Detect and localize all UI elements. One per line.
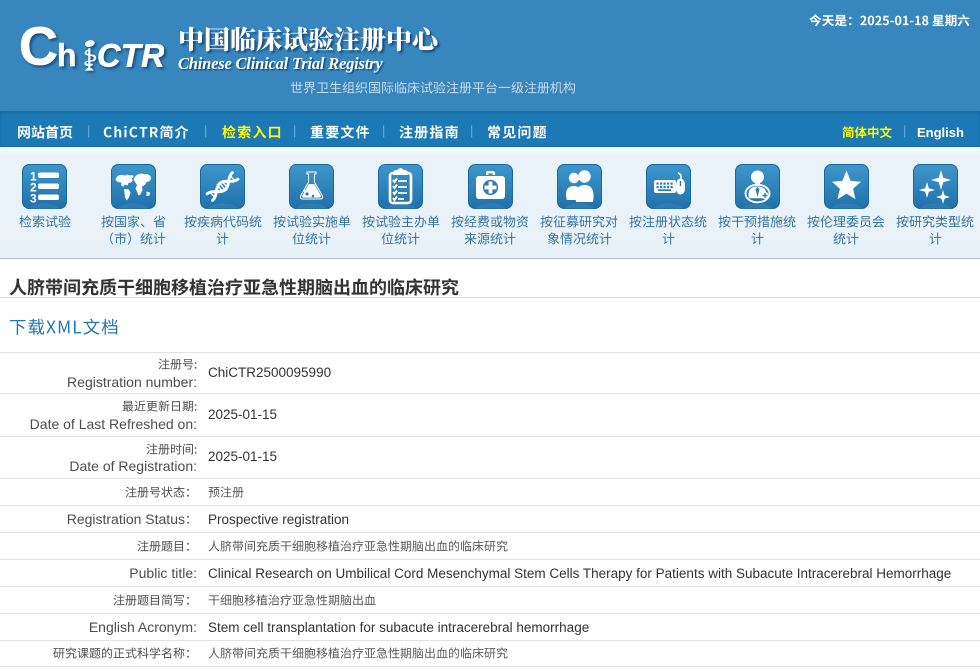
svg-text:3: 3 bbox=[30, 192, 37, 206]
